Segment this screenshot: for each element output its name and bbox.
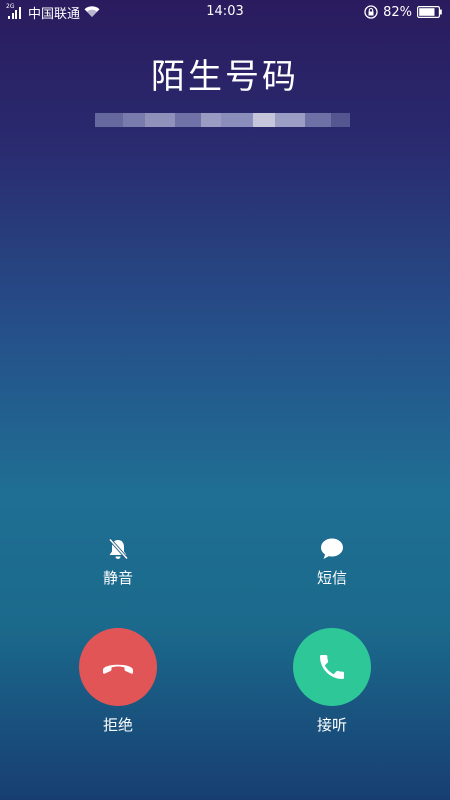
sms-reply-button[interactable]: 短信	[292, 536, 372, 588]
caller-number-redacted	[95, 100, 350, 130]
rotation-lock-icon	[364, 5, 378, 19]
battery-icon	[417, 6, 442, 18]
answer-label: 接听	[316, 716, 347, 734]
mute-label: 静音	[102, 569, 133, 587]
battery-percent: 82%	[383, 4, 412, 20]
sms-label: 短信	[316, 569, 347, 587]
status-bar: 2G 中国联通 14:03 82%	[0, 0, 450, 24]
mute-button[interactable]: 静音	[78, 536, 158, 588]
phone-icon	[320, 655, 344, 679]
mute-bell-icon	[108, 538, 129, 560]
chat-bubble-icon	[321, 538, 343, 559]
caller-name: 陌生号码	[151, 57, 299, 97]
answer-call-button[interactable]	[293, 628, 371, 706]
decline-call-button[interactable]	[79, 628, 157, 706]
hang-up-phone-icon	[103, 664, 133, 674]
status-right: 82%	[364, 3, 442, 21]
decline-label: 拒绝	[102, 716, 133, 734]
